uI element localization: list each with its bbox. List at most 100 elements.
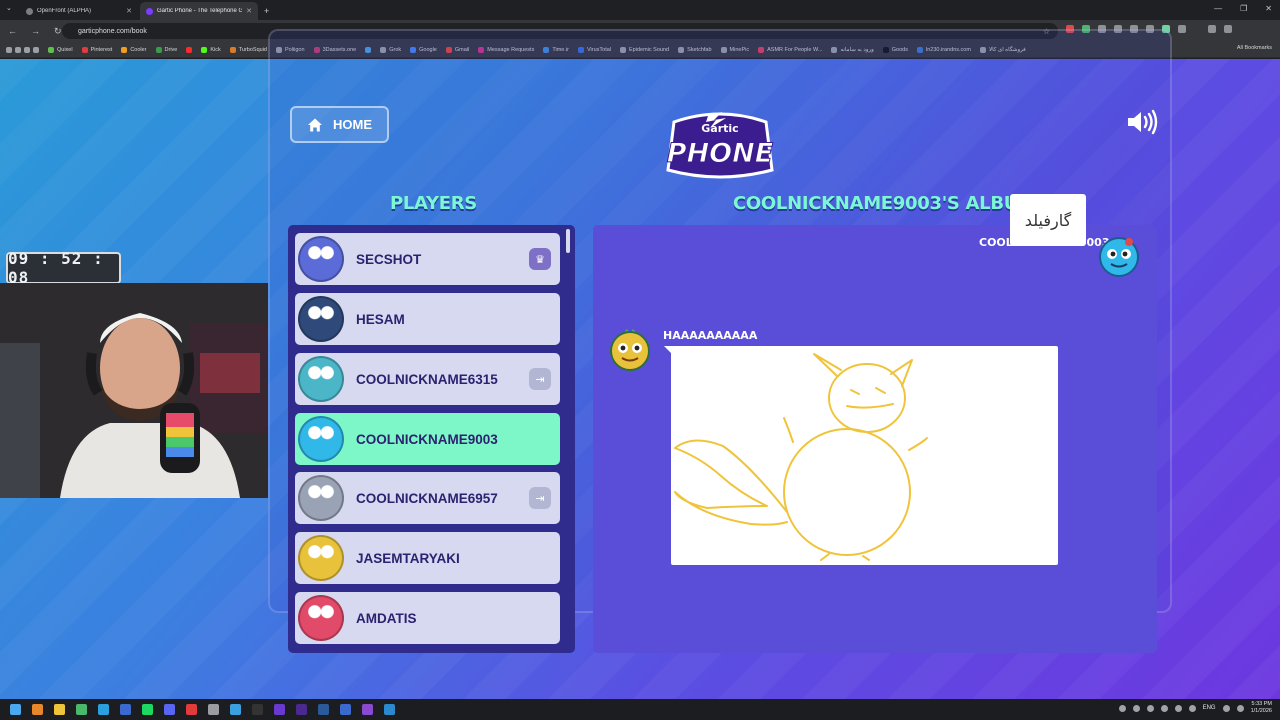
player-avatar — [298, 416, 344, 462]
album-entry-author: HAAAAAAAAAA — [663, 329, 758, 342]
photoshop-icon[interactable] — [318, 704, 329, 715]
bookmark-apps-icon[interactable] — [6, 46, 39, 53]
tray-icon[interactable] — [1160, 704, 1168, 712]
chrome-icon[interactable] — [76, 704, 87, 715]
player-name: COOLNICKNAME6957 — [356, 490, 498, 506]
player-name: JASEMTARYAKI — [356, 550, 460, 566]
players-scrollbar[interactable] — [566, 229, 570, 253]
left-game-icon: ⇥ — [529, 368, 551, 390]
profile-icon[interactable] — [1208, 25, 1216, 33]
volume-icon[interactable] — [1236, 704, 1244, 712]
player-row-coolnickname9003[interactable]: COOLNICKNAME9003 — [295, 413, 560, 465]
drawing-eyes — [850, 387, 886, 395]
telegram-icon[interactable] — [98, 704, 109, 715]
reload-icon[interactable]: ↻ — [54, 26, 62, 37]
player-avatar — [298, 595, 344, 641]
bookmark-item[interactable]: TurboSquid — [229, 46, 267, 53]
drawing-mouth — [846, 403, 894, 409]
extensions-puzzle-icon[interactable] — [1178, 25, 1186, 33]
home-label: HOME — [333, 117, 372, 132]
app-icon[interactable] — [230, 704, 241, 715]
player-avatar — [298, 475, 344, 521]
all-bookmarks[interactable]: All Bookmarks — [1237, 45, 1272, 51]
player-row-amdatis[interactable]: AMDATIS — [295, 592, 560, 644]
player-row-hesam[interactable]: HESAM — [295, 293, 560, 345]
close-tab-icon[interactable]: ✕ — [126, 7, 132, 15]
player-row-coolnickname6315[interactable]: COOLNICKNAME6315 ⇥ — [295, 353, 560, 405]
drawing-left-ear — [813, 353, 842, 377]
tray-icon[interactable] — [1174, 704, 1182, 712]
player-name: SECSHOT — [356, 251, 422, 267]
windows-taskbar: ENG 5:33 PM 1/1/2026 — [0, 699, 1280, 720]
wifi-icon[interactable] — [1222, 704, 1230, 712]
webcam-person — [0, 283, 268, 498]
tab-favicon-icon — [26, 7, 33, 15]
players-list[interactable]: SECSHOT ♛ HESAM COOLNICKNAME6315 ⇥ COOLN… — [288, 225, 575, 653]
player-row-jasemtaryaki[interactable]: JASEMTARYAKI — [295, 532, 560, 584]
clock-date: 1/1/2026 — [1250, 708, 1272, 714]
browser-tab-openfront[interactable]: OpenFront (ALPHA) ✕ — [20, 2, 138, 20]
author-avatar-icon — [1099, 237, 1139, 277]
app-icon[interactable] — [186, 704, 197, 715]
crown-icon: ♛ — [529, 248, 551, 270]
minimize-icon[interactable]: — — [1214, 4, 1222, 13]
after-effects-icon[interactable] — [274, 704, 285, 715]
back-icon[interactable]: ← — [8, 26, 17, 37]
new-tab-icon[interactable]: + — [264, 2, 269, 20]
discord-icon[interactable] — [164, 704, 175, 715]
drawing-head — [828, 363, 906, 433]
tab-search-icon[interactable]: ⌄ — [6, 4, 12, 12]
player-name: COOLNICKNAME6315 — [356, 371, 498, 387]
player-avatar — [298, 236, 344, 282]
app-icon[interactable] — [252, 704, 263, 715]
home-button[interactable]: HOME — [290, 106, 389, 143]
tray-icon[interactable] — [1132, 704, 1140, 712]
file-explorer-icon[interactable] — [54, 704, 65, 715]
player-avatar — [298, 356, 344, 402]
player-row-secshot[interactable]: SECSHOT ♛ — [295, 233, 560, 285]
url-text: garticphone.com/book — [78, 27, 147, 35]
app-icon[interactable] — [384, 704, 395, 715]
player-name: COOLNICKNAME9003 — [356, 431, 498, 447]
close-tab-icon[interactable]: ✕ — [246, 7, 252, 15]
bookmark-item[interactable]: Kick — [201, 46, 221, 53]
app-icon[interactable] — [208, 704, 219, 715]
tray-icon[interactable] — [1188, 704, 1196, 712]
garfield-drawing — [674, 353, 928, 561]
bookmark-item[interactable]: Cooler — [121, 46, 147, 53]
language-indicator[interactable]: ENG — [1203, 705, 1216, 711]
browser-tabbar: ⌄ OpenFront (ALPHA) ✕ Gartic Phone - The… — [0, 0, 1280, 20]
tray-icon[interactable] — [1146, 704, 1154, 712]
bookmark-item[interactable]: Pinterest — [81, 46, 112, 53]
premiere-icon[interactable] — [296, 704, 307, 715]
player-name: AMDATIS — [356, 610, 417, 626]
logo-main-text: PHONE — [666, 138, 774, 170]
gartic-phone-logo[interactable]: Gartic PHONE — [656, 106, 784, 180]
player-row-coolnickname6957[interactable]: COOLNICKNAME6957 ⇥ — [295, 472, 560, 524]
clock-time: 5:33 PM — [1251, 701, 1272, 707]
close-window-icon[interactable]: ✕ — [1265, 4, 1272, 13]
album-drawing-canvas — [671, 346, 1058, 565]
bookmark-item[interactable] — [186, 46, 193, 53]
player-avatar — [298, 535, 344, 581]
spotify-icon[interactable] — [142, 704, 153, 715]
bookmark-item[interactable]: Quixel — [48, 46, 73, 53]
app-icon[interactable] — [362, 704, 373, 715]
start-icon[interactable] — [10, 704, 21, 715]
search-icon[interactable] — [32, 704, 43, 715]
tray-icon[interactable] — [1118, 704, 1126, 712]
menu-kebab-icon[interactable] — [1224, 25, 1232, 33]
browser-tab-gartic[interactable]: Gartic Phone - The Telephone G ✕ — [140, 2, 258, 20]
bookmark-item[interactable]: Drive — [155, 46, 177, 53]
left-game-icon: ⇥ — [529, 487, 551, 509]
steam-icon[interactable] — [120, 704, 131, 715]
tab-title: Gartic Phone - The Telephone G — [157, 8, 243, 14]
restore-icon[interactable]: ❐ — [1240, 4, 1247, 13]
drawing-body — [783, 428, 911, 556]
app-icon[interactable] — [340, 704, 351, 715]
system-tray: ENG 5:33 PM 1/1/2026 — [1118, 701, 1272, 715]
system-clock[interactable]: 5:33 PM 1/1/2026 — [1251, 701, 1272, 715]
sound-icon[interactable] — [1126, 109, 1158, 135]
players-title: PLAYERS — [390, 193, 477, 214]
forward-icon[interactable]: → — [31, 26, 40, 37]
